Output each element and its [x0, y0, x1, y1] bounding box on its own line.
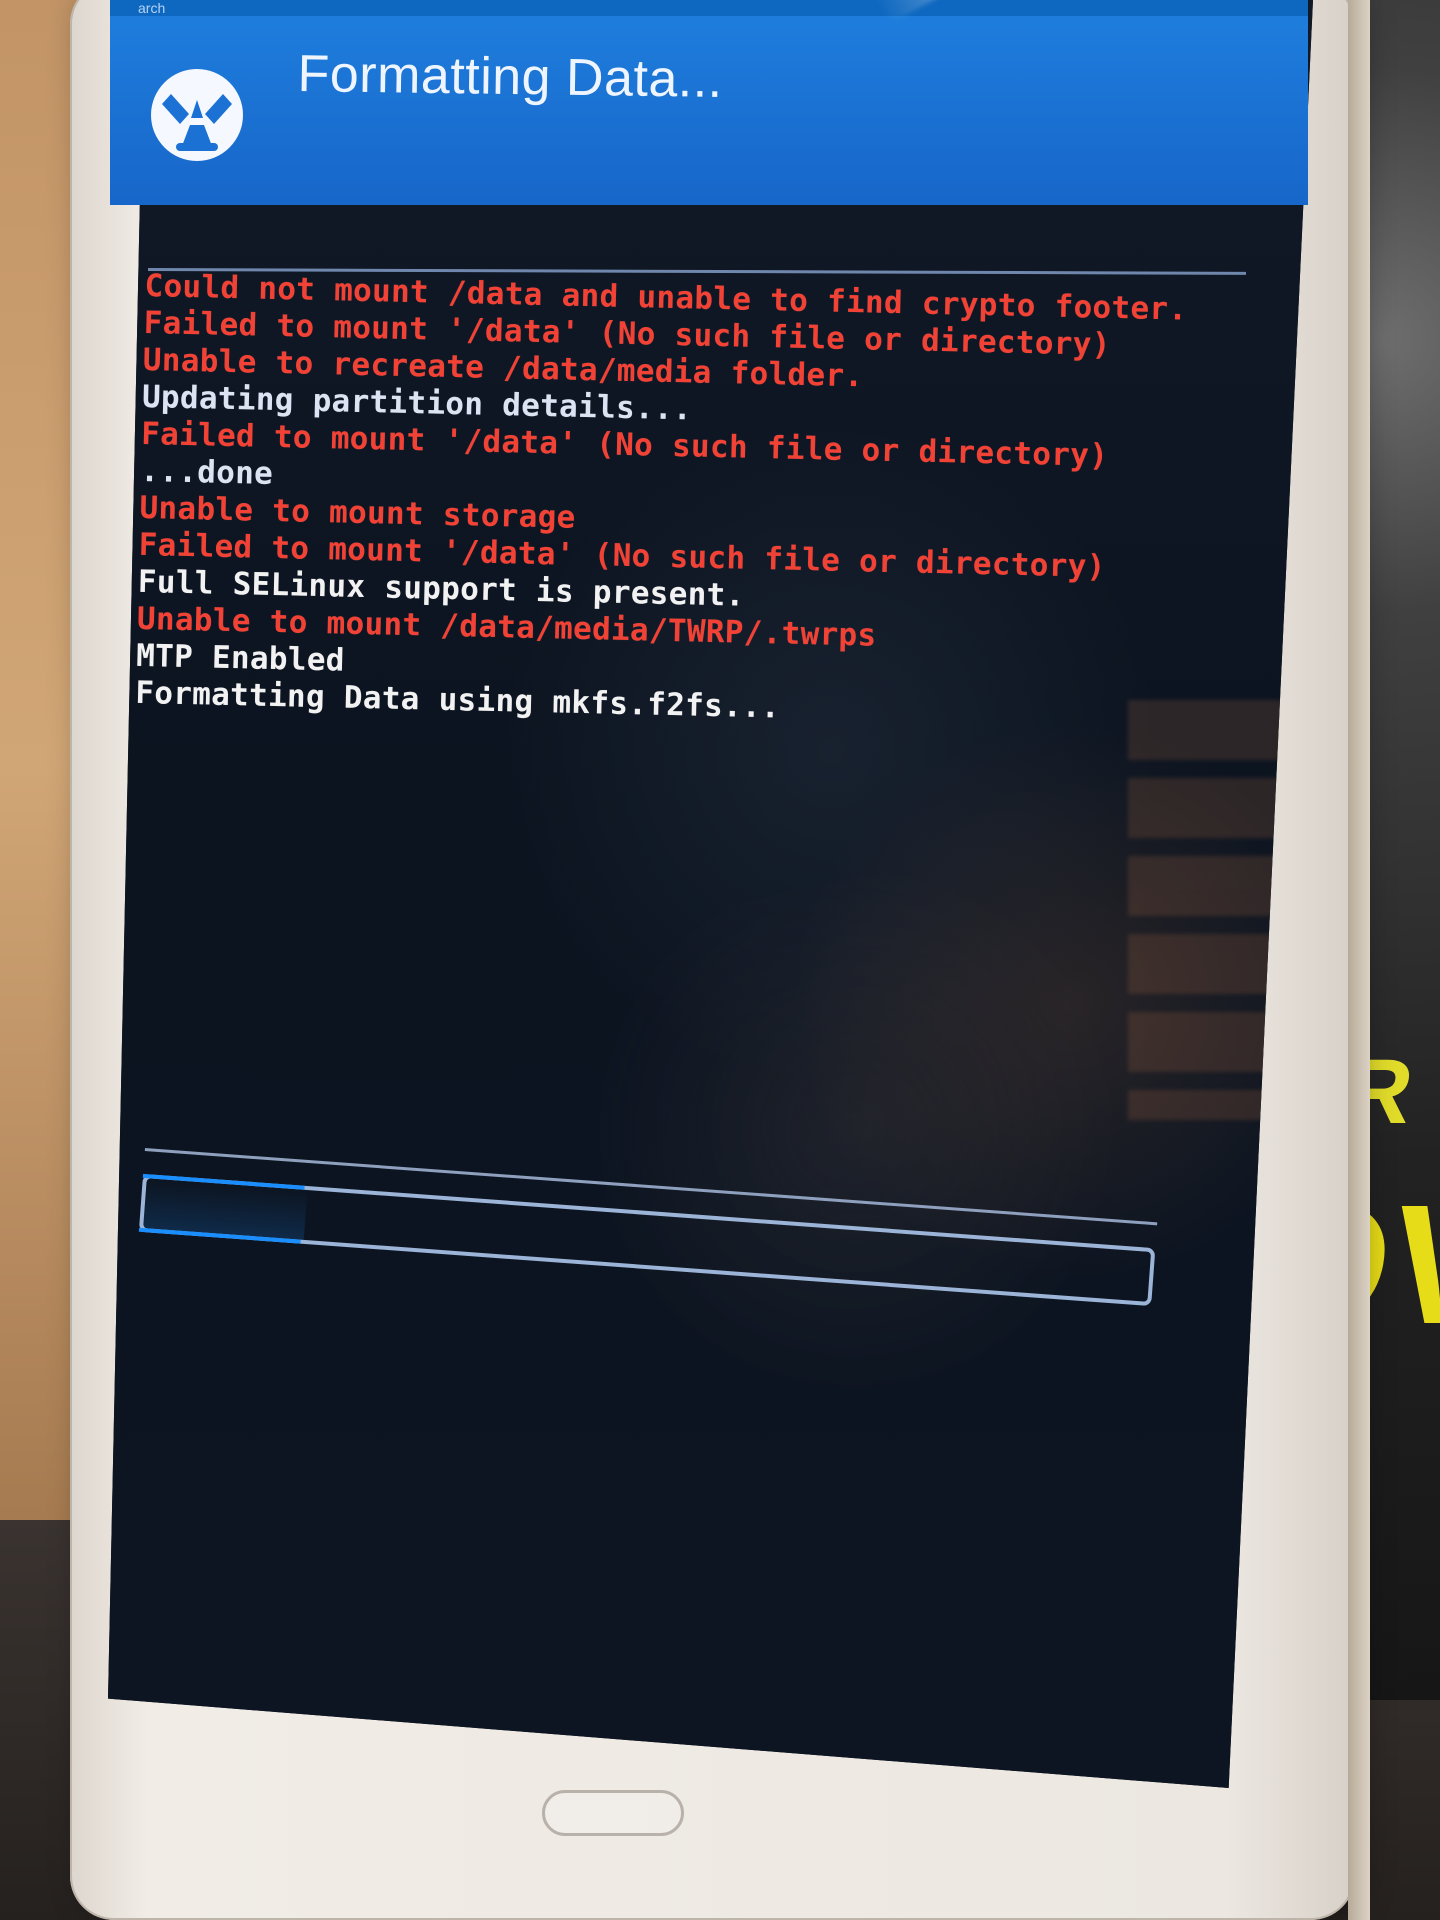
photo-scene: ER OV arch Formatting Data... Could not …: [0, 0, 1440, 1920]
twrp-logo-icon: [146, 60, 248, 170]
home-button-icon[interactable]: [542, 1790, 684, 1836]
status-strip: arch: [110, 0, 1308, 16]
console-log: Could not mount /data and unable to find…: [135, 268, 1205, 736]
twrp-logo-svg: [151, 69, 243, 161]
page-title: Formatting Data...: [297, 44, 724, 109]
tablet-side-edge: [1348, 0, 1370, 1920]
